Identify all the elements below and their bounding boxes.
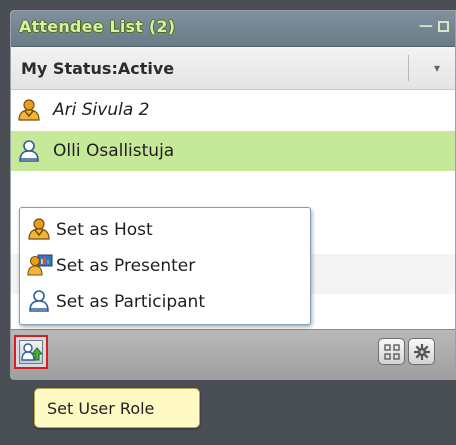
panel-toolbar xyxy=(11,329,455,379)
panel-titlebar: Attendee List (2) — xyxy=(11,11,455,47)
settings-button[interactable] xyxy=(408,338,435,365)
participant-icon xyxy=(27,290,51,316)
menu-item-set-as-participant[interactable]: Set as Participant xyxy=(20,284,310,319)
set-user-role-tooltip: Set User Role xyxy=(34,388,200,428)
presenter-icon xyxy=(27,254,53,280)
set-user-role-icon xyxy=(19,340,43,364)
attendee-name: Olli Osallistuja xyxy=(53,141,175,161)
set-user-role-button[interactable] xyxy=(14,335,48,369)
menu-item-label: Set as Participant xyxy=(56,292,205,312)
maximize-button[interactable] xyxy=(438,21,449,32)
host-icon xyxy=(27,218,51,244)
grid-icon xyxy=(384,344,400,360)
set-role-context-menu: Set as Host Set as Presenter Set as Part… xyxy=(19,207,311,325)
attendee-name: Ari Sivula 2 xyxy=(53,100,150,120)
menu-item-set-as-presenter[interactable]: Set as Presenter xyxy=(20,248,310,283)
empty-row xyxy=(11,172,455,212)
minimize-button[interactable]: — xyxy=(419,19,433,33)
attendee-row[interactable]: Ari Sivula 2 xyxy=(11,90,455,130)
participant-icon xyxy=(17,140,41,166)
my-status-label: My Status:Active xyxy=(21,59,175,78)
menu-item-set-as-host[interactable]: Set as Host xyxy=(20,212,310,247)
menu-item-label: Set as Host xyxy=(56,220,153,240)
menu-item-label: Set as Presenter xyxy=(56,256,196,276)
chevron-down-icon[interactable]: ▾ xyxy=(434,61,440,75)
status-divider xyxy=(408,55,409,81)
grid-view-button[interactable] xyxy=(378,338,405,365)
my-status-dropdown[interactable]: My Status:Active ▾ xyxy=(11,47,455,90)
gear-icon xyxy=(414,344,430,360)
attendee-row-selected[interactable]: Olli Osallistuja xyxy=(11,131,455,171)
panel-title: Attendee List (2) xyxy=(19,17,176,36)
host-icon xyxy=(17,99,41,125)
tooltip-text: Set User Role xyxy=(47,399,155,418)
